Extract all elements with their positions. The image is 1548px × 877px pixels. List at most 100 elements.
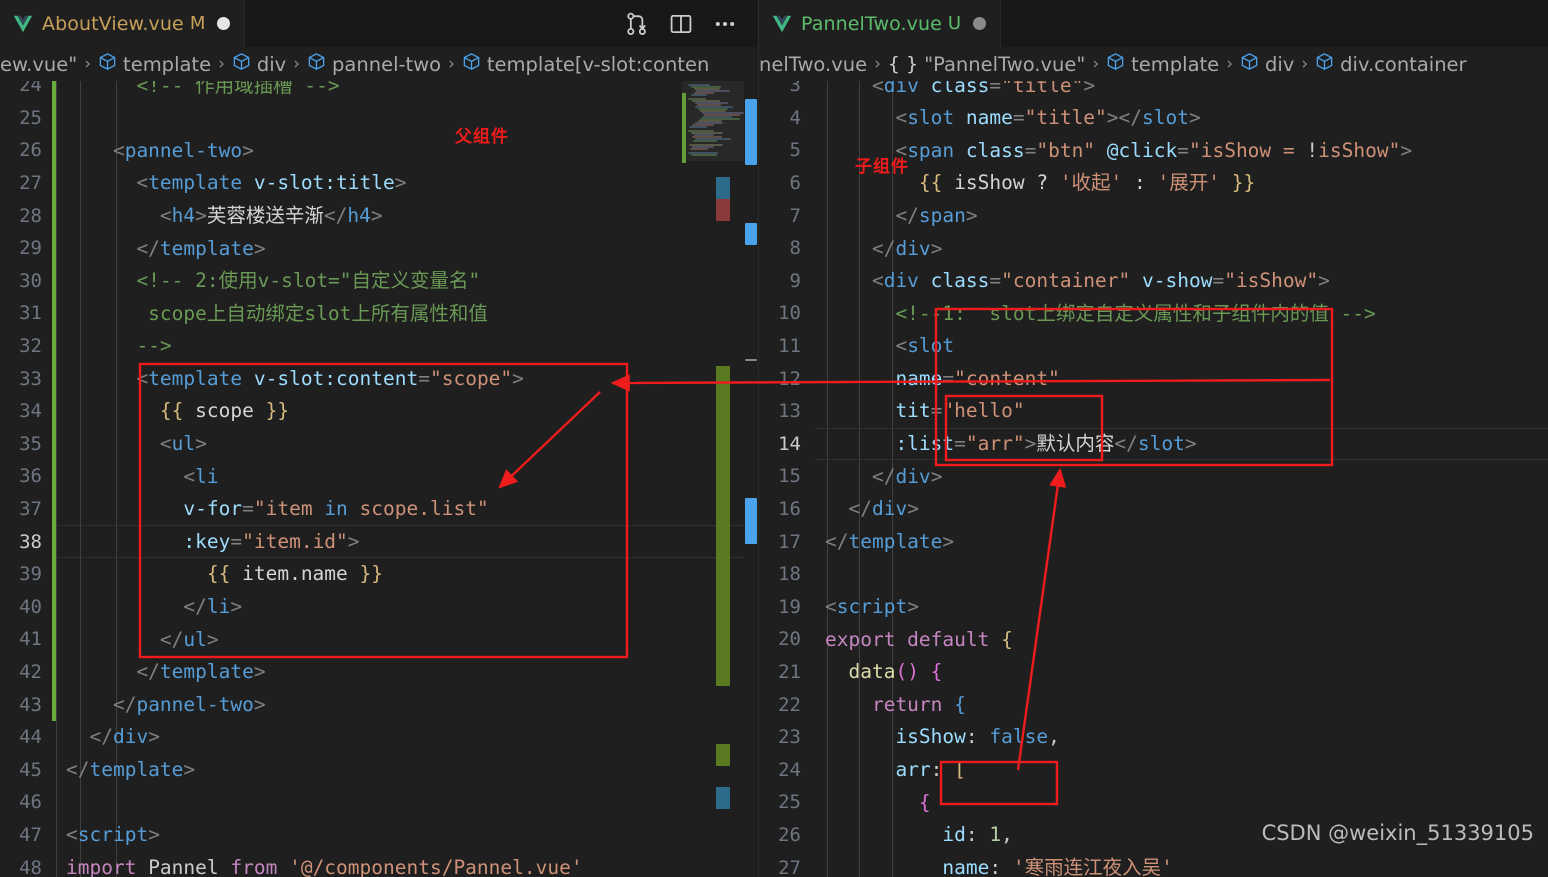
breadcrumb-item[interactable]: template xyxy=(98,52,211,76)
code-line[interactable]: 7 </span> xyxy=(759,199,1548,232)
code-line[interactable]: 13 tit="hello" xyxy=(759,395,1548,428)
breadcrumb-item[interactable]: div.container xyxy=(1315,52,1467,76)
code-editor-right[interactable]: 3 <div class="title"> 4 <slot name="title… xyxy=(759,81,1548,877)
overview-ruler-left[interactable] xyxy=(744,81,758,877)
line-number: 37 xyxy=(19,498,42,521)
code-line[interactable]: 8 </div> xyxy=(759,232,1548,265)
cube-icon xyxy=(1315,52,1334,76)
code-line[interactable]: 15 </div> xyxy=(759,460,1548,493)
code-line[interactable]: 28 <h4>芙蓉楼送辛渐</h4> xyxy=(0,199,758,232)
code-line[interactable]: 27 name: '寒雨连江夜入吴' xyxy=(759,851,1548,877)
split-editor-icon[interactable] xyxy=(668,11,694,37)
tab-panneltwo-vue[interactable]: PannelTwo.vue U xyxy=(759,0,1002,47)
line-number: 7 xyxy=(789,204,801,227)
code-text: export default { xyxy=(825,627,1013,651)
code-line[interactable]: 20 export default { xyxy=(759,623,1548,656)
code-line[interactable]: 17 </template> xyxy=(759,525,1548,558)
code-text: <h4>芙蓉楼送辛渐</h4> xyxy=(66,203,383,227)
code-line[interactable]: 10 <!--1: slot上绑定自定义属性和子组件内的值 --> xyxy=(759,297,1548,330)
tab-status-badge: M xyxy=(189,13,206,34)
code-line[interactable]: 48 import Pannel from '@/components/Panne… xyxy=(0,851,758,877)
code-text: return { xyxy=(825,692,966,716)
code-line[interactable]: 16 </div> xyxy=(759,493,1548,526)
git-change-marker xyxy=(52,101,56,135)
code-line[interactable]: 6 {{ isShow ? '收起' : '展开' }} xyxy=(759,167,1548,200)
breadcrumb-left[interactable]: ew.vue" › template › div › pannel-two › template… xyxy=(0,47,758,81)
tab-dirty-indicator[interactable] xyxy=(973,17,987,30)
breadcrumb-item[interactable]: div xyxy=(232,52,286,76)
breadcrumb-label: "PannelTwo.vue" xyxy=(924,52,1086,76)
line-number: 11 xyxy=(778,335,801,358)
breadcrumb-right[interactable]: nelTwo.vue › { } "PannelTwo.vue" › template › d… xyxy=(759,47,1548,81)
code-line[interactable]: 12 name="content" xyxy=(759,362,1548,395)
code-line[interactable]: 47 <script> xyxy=(0,819,758,852)
editor-group-right: PannelTwo.vue U nelTwo.vue › { } "PannelTwo… xyxy=(758,0,1548,877)
code-line[interactable]: 25 { xyxy=(759,786,1548,819)
code-line[interactable]: 31 scope上自动绑定slot上所有属性和值 xyxy=(0,297,758,330)
breadcrumb-item[interactable]: div xyxy=(1240,52,1294,76)
line-number: 26 xyxy=(19,139,42,162)
tab-dirty-indicator[interactable] xyxy=(217,17,231,30)
minimap-slider[interactable] xyxy=(682,81,744,161)
code-line[interactable]: 34 {{ scope }} xyxy=(0,394,758,428)
line-number: 28 xyxy=(19,204,42,227)
code-line[interactable]: 32 --> xyxy=(0,329,758,363)
code-line[interactable]: 35 <ul> xyxy=(0,427,758,461)
line-number: 9 xyxy=(789,269,801,292)
code-line[interactable]: 14 :list="arr">默认内容</slot> xyxy=(759,427,1548,461)
code-line[interactable]: 43 </pannel-two> xyxy=(0,688,758,721)
code-lines-right: 3 <div class="title"> 4 <slot name="title… xyxy=(759,81,1548,877)
code-line[interactable]: 4 <slot name="title"></slot> xyxy=(759,102,1548,135)
tab-status-badge: U xyxy=(947,13,962,34)
code-line[interactable]: 41 </ul> xyxy=(0,623,758,656)
breadcrumb-item[interactable]: template xyxy=(1106,52,1219,76)
code-line[interactable]: 24 arr: [ xyxy=(759,753,1548,786)
breadcrumb-item[interactable]: pannel-two xyxy=(307,52,441,76)
code-line[interactable]: 18 xyxy=(759,558,1548,591)
breadcrumb-item[interactable]: template[v-slot:conten xyxy=(462,52,709,76)
code-line[interactable]: 3 <div class="title"> xyxy=(759,81,1548,102)
code-line[interactable]: 38 :key="item.id"> xyxy=(0,525,758,558)
line-number: 16 xyxy=(778,498,801,521)
code-line[interactable]: 37 v-for="item in scope.list" xyxy=(0,492,758,526)
code-line[interactable]: 26 <pannel-two> xyxy=(0,134,758,167)
code-text: id: 1, xyxy=(825,823,1013,847)
code-line[interactable]: 25 xyxy=(0,101,758,135)
code-text: :list="arr">默认内容</slot> xyxy=(825,432,1197,456)
code-line[interactable]: 46 xyxy=(0,786,758,819)
line-number: 40 xyxy=(19,595,42,618)
tab-aboutview-vue[interactable]: AboutView.vue M xyxy=(0,0,246,47)
code-line[interactable]: 39 {{ item.name }} xyxy=(0,557,758,591)
breadcrumb-label: template[v-slot:conten xyxy=(486,52,710,76)
code-line[interactable]: 40 </li> xyxy=(0,590,758,624)
breadcrumb-item[interactable]: ew.vue" xyxy=(0,53,77,76)
source-control-icon[interactable] xyxy=(624,11,650,37)
code-text: <!--1: slot上绑定自定义属性和子组件内的值 --> xyxy=(825,301,1376,325)
line-number: 20 xyxy=(778,628,801,651)
code-line[interactable]: 44 </div> xyxy=(0,721,758,754)
code-line[interactable]: 42 </template> xyxy=(0,655,758,689)
code-line[interactable]: 33 <template v-slot:content="scope"> xyxy=(0,362,758,395)
code-line[interactable]: 23 isShow: false, xyxy=(759,721,1548,754)
code-line[interactable]: 45 </template> xyxy=(0,753,758,786)
code-line[interactable]: 21 data() { xyxy=(759,656,1548,689)
code-editor-left[interactable]: 24 <!-- 作用域插槽 --> 25 26 <pannel-two> 27 <te… xyxy=(0,81,758,877)
code-line[interactable]: 19 <script> xyxy=(759,591,1548,624)
code-line[interactable]: 27 <template v-slot:title> xyxy=(0,166,758,200)
code-line[interactable]: 24 <!-- 作用域插槽 --> xyxy=(0,81,758,102)
minimap-left[interactable] xyxy=(682,81,744,877)
code-line[interactable]: 9 <div class="container" v-show="isShow"… xyxy=(759,265,1548,298)
code-line[interactable]: 5 <span class="btn" @click="isShow = !is… xyxy=(759,134,1548,167)
breadcrumb-separator: › xyxy=(218,54,225,74)
more-actions-icon[interactable] xyxy=(712,11,738,37)
breadcrumb-item[interactable]: { } "PannelTwo.vue" xyxy=(888,53,1085,76)
code-line[interactable]: 30 <!-- 2:使用v-slot="自定义变量名" xyxy=(0,264,758,298)
code-line[interactable]: 11 <slot xyxy=(759,330,1548,363)
code-line[interactable]: 22 return { xyxy=(759,688,1548,721)
line-number: 46 xyxy=(19,791,42,814)
breadcrumb-item[interactable]: nelTwo.vue xyxy=(759,53,867,76)
line-number: 32 xyxy=(19,335,42,358)
line-number: 19 xyxy=(778,595,801,618)
code-line[interactable]: 29 </template> xyxy=(0,231,758,265)
code-line[interactable]: 36 <li xyxy=(0,460,758,493)
